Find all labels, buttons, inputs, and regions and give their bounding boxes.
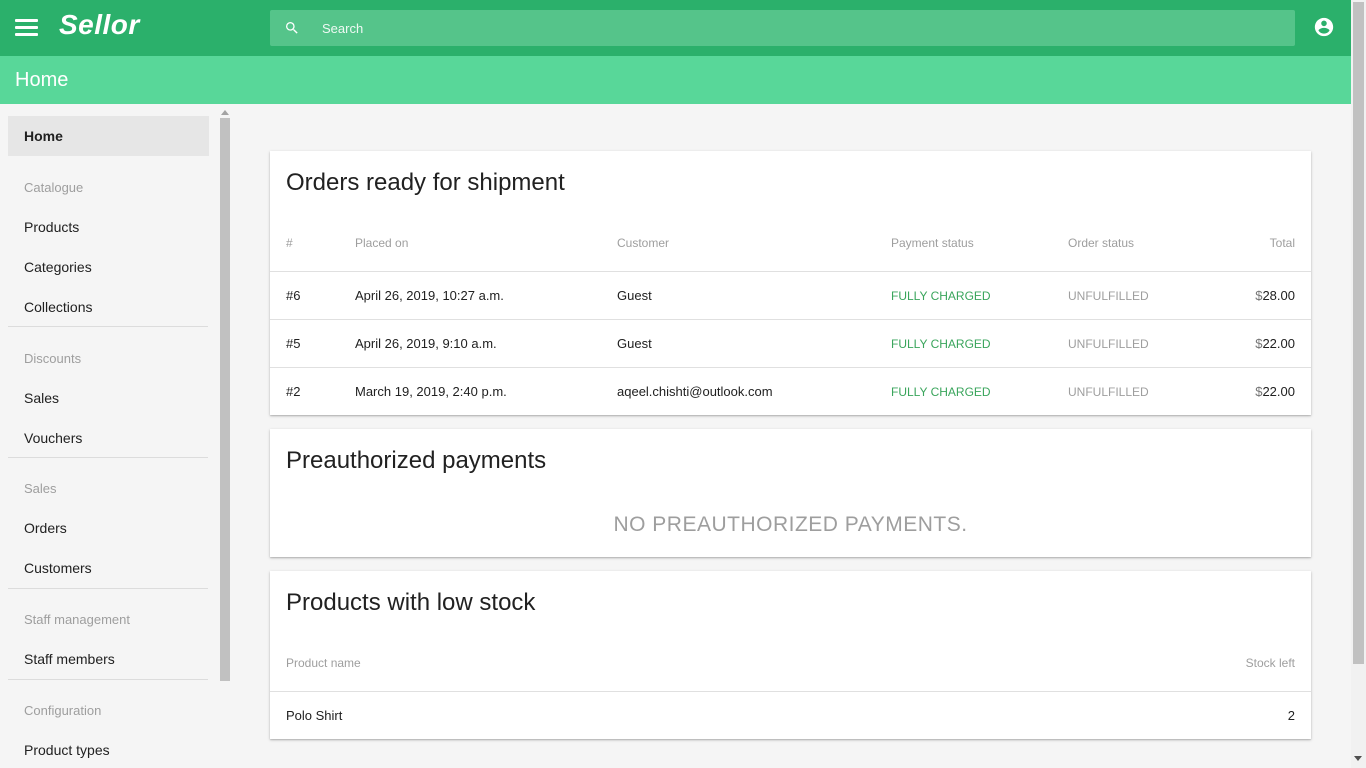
sidebar-item-sales[interactable]: Sales — [8, 378, 209, 418]
app-logo[interactable]: Sellor — [59, 9, 140, 41]
sidebar-divider — [8, 457, 208, 458]
table-row[interactable]: #2 March 19, 2019, 2:40 p.m. aqeel.chish… — [270, 368, 1311, 415]
order-total-value: 28.00 — [1262, 288, 1295, 303]
order-status-badge: UNFULFILLED — [1068, 289, 1149, 303]
payment-status-badge: FULLY CHARGED — [891, 337, 991, 351]
sidebar-divider — [8, 588, 208, 589]
account-circle-icon[interactable] — [1313, 16, 1335, 38]
column-header-placed-on: Placed on — [355, 236, 409, 250]
sidebar-divider — [8, 679, 208, 680]
sidebar-section-configuration: Configuration — [24, 703, 102, 718]
sidebar-scrollbar[interactable] — [218, 104, 232, 768]
sidebar-item-customers[interactable]: Customers — [8, 548, 209, 588]
payment-status-badge: FULLY CHARGED — [891, 385, 991, 399]
sidebar-section-discounts: Discounts — [24, 351, 82, 366]
order-total: $22.00 — [1255, 336, 1295, 351]
sidebar-item-collections[interactable]: Collections — [8, 287, 209, 327]
sidebar-item-staff-members[interactable]: Staff members — [8, 639, 209, 679]
search-bar[interactable] — [270, 10, 1295, 46]
page-title-bar: Home — [0, 56, 1351, 104]
order-placed-on: March 19, 2019, 2:40 p.m. — [355, 384, 507, 399]
menu-icon[interactable] — [15, 16, 39, 40]
payment-status-badge: FULLY CHARGED — [891, 289, 991, 303]
column-header-product-name: Product name — [286, 656, 361, 670]
order-placed-on: April 26, 2019, 10:27 a.m. — [355, 288, 504, 303]
page-scrollbar-thumb[interactable] — [1353, 2, 1364, 664]
column-header-stock-left: Stock left — [1245, 656, 1295, 670]
product-name: Polo Shirt — [286, 708, 343, 723]
order-status-badge: UNFULFILLED — [1068, 385, 1149, 399]
orders-card: Orders ready for shipment # Placed on Cu… — [270, 151, 1311, 415]
order-number: #5 — [286, 336, 301, 351]
order-total-value: 22.00 — [1262, 384, 1295, 399]
column-header-number: # — [286, 236, 293, 250]
page-scrollbar[interactable] — [1351, 0, 1366, 768]
sidebar-section-sales: Sales — [24, 481, 57, 496]
low-stock-card: Products with low stock Product name Sto… — [270, 571, 1311, 739]
order-total-value: 22.00 — [1262, 336, 1295, 351]
table-row[interactable]: #6 April 26, 2019, 10:27 a.m. Guest FULL… — [270, 272, 1311, 319]
order-number: #6 — [286, 288, 301, 303]
card-title: Products with low stock — [286, 589, 536, 616]
preauthorized-payments-card: Preauthorized payments NO PREAUTHORIZED … — [270, 429, 1311, 557]
page-title: Home — [15, 69, 69, 91]
sidebar-item-categories[interactable]: Categories — [8, 247, 209, 287]
scroll-down-icon[interactable] — [1354, 756, 1362, 761]
order-status-badge: UNFULFILLED — [1068, 337, 1149, 351]
empty-state-message: NO PREAUTHORIZED PAYMENTS. — [613, 513, 968, 536]
card-title: Orders ready for shipment — [286, 169, 565, 196]
sidebar-item-home[interactable]: Home — [8, 116, 209, 156]
order-number: #2 — [286, 384, 301, 399]
search-icon — [286, 22, 298, 34]
sidebar-item-vouchers[interactable]: Vouchers — [8, 418, 209, 458]
sidebar-divider — [8, 326, 208, 327]
order-customer: Guest — [617, 336, 652, 351]
column-header-order-status: Order status — [1068, 236, 1135, 250]
column-header-customer: Customer — [617, 236, 670, 250]
sidebar-scrollbar-thumb[interactable] — [220, 118, 230, 681]
order-customer: Guest — [617, 288, 652, 303]
order-total: $28.00 — [1255, 288, 1295, 303]
search-input[interactable] — [322, 10, 1282, 46]
sidebar-nav: Home Catalogue Products Categories Colle… — [0, 104, 232, 768]
card-title: Preauthorized payments — [286, 447, 547, 474]
order-total: $22.00 — [1255, 384, 1295, 399]
sidebar-section-catalogue: Catalogue — [24, 180, 84, 195]
sidebar-item-product-types[interactable]: Product types — [8, 730, 209, 768]
sidebar-item-orders[interactable]: Orders — [8, 508, 209, 548]
table-row[interactable]: #5 April 26, 2019, 9:10 a.m. Guest FULLY… — [270, 320, 1311, 367]
top-app-bar: Sellor — [0, 0, 1351, 56]
stock-left: 2 — [1287, 708, 1295, 723]
sidebar-section-staff: Staff management — [24, 612, 130, 627]
order-customer: aqeel.chishti@outlook.com — [617, 384, 773, 399]
table-row[interactable]: Polo Shirt 2 — [270, 692, 1311, 739]
order-placed-on: April 26, 2019, 9:10 a.m. — [355, 336, 497, 351]
sidebar-item-products[interactable]: Products — [8, 207, 209, 247]
scroll-up-icon[interactable] — [221, 110, 229, 115]
column-header-total: Total — [1269, 236, 1295, 250]
column-header-payment-status: Payment status — [891, 236, 974, 250]
